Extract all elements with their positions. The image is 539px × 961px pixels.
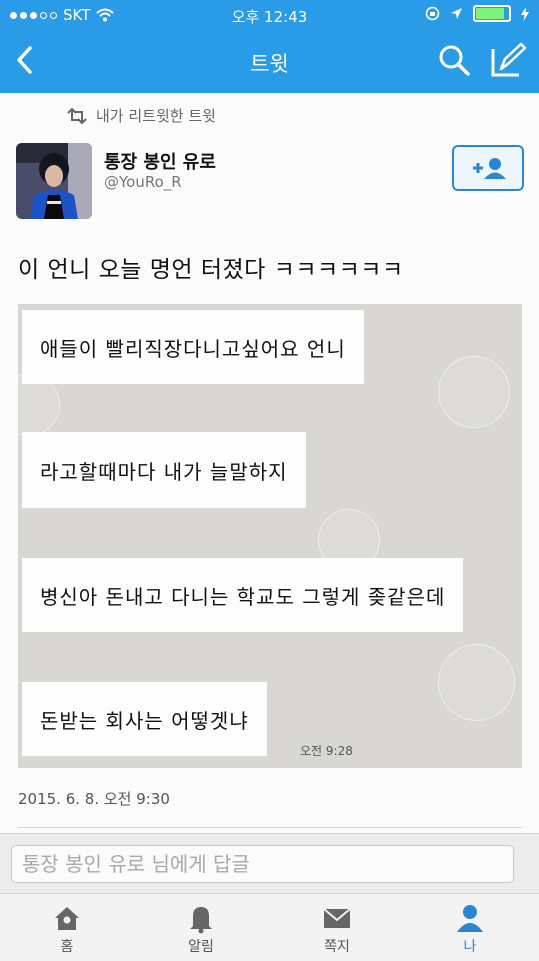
compose-icon[interactable] xyxy=(487,41,527,79)
battery-icon xyxy=(473,5,511,22)
tab-messages[interactable]: 쪽지 xyxy=(297,894,377,961)
bell-icon xyxy=(190,907,212,934)
rotation-lock-icon xyxy=(425,6,440,21)
background-blob xyxy=(438,644,515,721)
location-icon xyxy=(451,8,462,19)
nav-bar: 트윗 xyxy=(0,30,539,93)
tweet-text: 이 언니 오늘 명언 터졌다 ㅋㅋㅋㅋㅋㅋ xyxy=(18,257,404,283)
charging-icon xyxy=(521,6,529,21)
tab-home[interactable]: 홈 xyxy=(27,894,107,961)
user-display-name[interactable]: 통장 봉인 유로 xyxy=(104,148,216,174)
tab-bar: 홈 알림 쪽지 나 xyxy=(0,893,539,961)
avatar-photo xyxy=(16,143,92,219)
tweet-image[interactable]: 애들이 빨리직장다니고싶어요 언니 라고할때마다 내가 늘말하지 병신아 돈내고… xyxy=(18,304,522,768)
home-icon xyxy=(55,907,79,930)
status-bar: SKT 오후 12:43 xyxy=(0,0,539,30)
add-user-icon xyxy=(473,158,506,179)
tab-label: 알림 xyxy=(188,939,214,955)
tab-notifications[interactable]: 알림 xyxy=(161,894,241,961)
envelope-icon xyxy=(323,908,351,928)
tab-label: 나 xyxy=(463,939,477,955)
chat-timestamp: 오전 9:28 xyxy=(300,744,353,758)
retweet-label: 내가 리트윗한 트윗 xyxy=(96,107,216,125)
avatar[interactable] xyxy=(16,143,92,219)
tweet-timestamp: 2015. 6. 8. 오전 9:30 xyxy=(18,790,170,808)
retweet-icon xyxy=(67,107,87,124)
divider xyxy=(18,827,522,828)
chat-bubble: 애들이 빨리직장다니고싶어요 언니 xyxy=(22,310,364,384)
background-blob xyxy=(438,356,510,428)
person-icon xyxy=(457,905,483,932)
follow-button[interactable] xyxy=(452,145,524,191)
search-icon[interactable] xyxy=(436,42,472,78)
tab-label: 쪽지 xyxy=(324,939,350,955)
tab-label: 홈 xyxy=(60,939,74,955)
chat-bubble: 돈받는 회사는 어떻겟냐 xyxy=(22,682,267,756)
chat-bubble: 라고할때마다 내가 늘말하지 xyxy=(22,432,306,508)
user-handle[interactable]: @YouRo_R xyxy=(104,173,182,191)
tab-me[interactable]: 나 xyxy=(430,894,510,961)
reply-bar xyxy=(0,833,539,894)
chat-bubble: 병신아 돈내고 다니는 학교도 그렇게 좆같은데 xyxy=(22,558,464,632)
reply-input[interactable] xyxy=(11,845,514,883)
retweet-context: 내가 리트윗한 트윗 xyxy=(66,105,216,126)
tweet-card: 내가 리트윗한 트윗 통장 봉인 유로 @YouRo_R 이 언니 오늘 명언 … xyxy=(0,93,539,833)
top-bar: SKT 오후 12:43 트윗 xyxy=(0,0,539,93)
